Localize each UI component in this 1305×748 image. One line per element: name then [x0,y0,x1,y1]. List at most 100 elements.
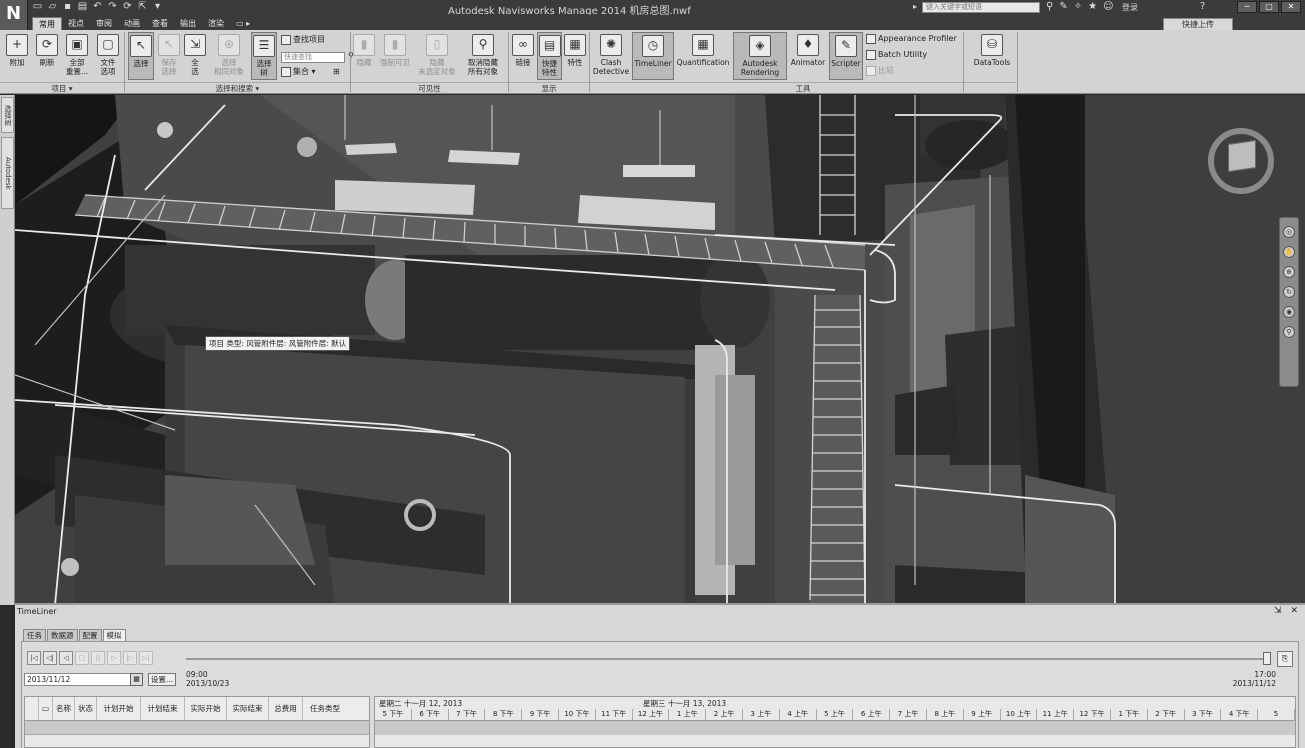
search-input[interactable]: 键入关键字或短语 [922,2,1040,13]
date-field[interactable]: 2013/11/12 [24,673,142,686]
quantification-button[interactable]: ▦ Quantification [675,32,731,67]
properties-button[interactable]: ▦ 特性 [563,32,587,67]
column-header[interactable] [25,697,39,720]
hide-unselected-button[interactable]: ▯ 隐藏 未选定对象 [416,32,458,76]
compare-button[interactable]: 比较 [866,65,894,77]
dock-tab-selection-tree[interactable]: 选择树 [1,97,14,133]
open-icon[interactable]: ▱ [47,1,58,12]
dropdown-icon[interactable]: ▾ [152,1,163,12]
selection-tree-button[interactable]: ☰ 选择 树 [251,32,277,80]
satellite-icon[interactable]: ✧ [1074,1,1082,12]
require-button[interactable]: ▮ 强制可见 [377,32,413,67]
maximize-button[interactable]: ▢ [1259,1,1279,13]
tab-render[interactable]: 渲染 [202,17,230,30]
orbit-icon[interactable]: ↻ [1283,286,1295,298]
batch-utility-button[interactable]: Batch Utility [866,49,927,61]
table-row[interactable] [25,721,369,735]
tab-tasks[interactable]: 任务 [23,629,46,641]
append-button[interactable]: + 附加 [3,32,31,67]
user-icon[interactable]: ☺ [1103,1,1113,12]
column-header[interactable]: 计划开始 [97,697,141,720]
tab-data-sources[interactable]: 数据源 [47,629,78,641]
column-header[interactable]: 名称 [53,697,75,720]
animator-button[interactable]: ♦ Animator [789,32,827,67]
binoculars-icon[interactable]: ⚲ [1046,1,1053,12]
wrench-icon[interactable]: ✎ [1059,1,1067,12]
quick-properties-button[interactable]: ▤ 快捷 特性 [537,32,562,80]
timeliner-button[interactable]: ◷ TimeLiner [632,32,674,80]
sets-manage-icon[interactable]: ⊞ [333,66,340,78]
datatools-button[interactable]: ⛁ DataTools [969,32,1015,67]
column-header[interactable]: 状态 [75,697,97,720]
column-header[interactable]: 实际结束 [227,697,269,720]
pan-icon[interactable]: ✋ [1283,246,1295,258]
zoom-icon[interactable]: ⊕ [1283,266,1295,278]
scripter-button[interactable]: ✎ Scripter [829,32,863,80]
stop-icon[interactable]: □ [75,651,89,665]
simulation-slider[interactable] [186,658,1271,660]
refresh-icon[interactable]: ⟳ [122,1,133,12]
dock-tab-autodesk-rendering[interactable]: Autodesk Rendering [0,137,14,209]
search-expand-icon[interactable]: ▸ [913,2,917,11]
hide-button[interactable]: ▮ 隐藏 [352,32,376,67]
print-icon[interactable]: ▤ [77,1,88,12]
tab-animation[interactable]: 动画 [118,17,146,30]
tab-viewpoint[interactable]: 视点 [62,17,90,30]
play-icon[interactable]: ▷ [107,651,121,665]
tab-simulate[interactable]: 模拟 [102,629,126,641]
star-icon[interactable]: ★ [1088,1,1097,12]
redo-icon[interactable]: ↷ [107,1,118,12]
tab-home[interactable]: 常用 [32,17,62,30]
tab-output[interactable]: 输出 [174,17,202,30]
column-header[interactable]: 总费用 [269,697,303,720]
undo-icon[interactable]: ↶ [92,1,103,12]
select-same-button[interactable]: ⊕ 选择 相同对象 [210,32,248,76]
unhide-all-button[interactable]: ⚲ 取消隐藏 所有对象 [462,32,504,76]
save-icon[interactable]: ▪ [62,1,73,12]
file-options-button[interactable]: ▢ 文件 选项 [93,32,123,76]
tab-configure[interactable]: 配置 [78,629,102,641]
look-icon[interactable]: ◉ [1283,306,1295,318]
gantt-row[interactable] [375,721,1295,735]
viewcube[interactable] [1228,140,1256,172]
tab-extra[interactable]: ▭ ▸ [230,17,256,30]
appearance-profiler-button[interactable]: Appearance Profiler [866,33,957,45]
panel-controls[interactable]: ⇲ ✕ [1274,606,1301,616]
tab-review[interactable]: 审阅 [90,17,118,30]
select-all-button[interactable]: ⇲ 全 选 [183,32,207,76]
clash-detective-button[interactable]: ✺ Clash Detective [592,32,630,76]
autodesk-rendering-button[interactable]: ◈ Autodesk Rendering [733,32,787,80]
links-button[interactable]: ∞ 链接 [511,32,535,67]
save-selection-button[interactable]: ↖ 保存 选择 [156,32,182,76]
forward-end-icon[interactable]: ▷| [139,651,153,665]
step-forward-icon[interactable]: |▷ [123,651,137,665]
export-animation-icon[interactable]: ⎘ [1277,651,1293,667]
calendar-icon[interactable]: ▦ [130,673,143,686]
comment-icon[interactable]: ▭ [39,697,53,720]
quick-find-input[interactable]: 快速查找 [281,52,345,63]
settings-button[interactable]: 设置... [148,673,176,686]
new-icon[interactable]: ▭ [32,1,43,12]
close-button[interactable]: ✕ [1281,1,1301,13]
step-back-icon[interactable]: ◁| [43,651,57,665]
select-button[interactable]: ↖ 选择 [128,32,154,80]
3d-viewport[interactable]: 项目 类型: 风管附件层: 风管附件层: 默认 ◎ ✋ ⊕ ↻ ◉ ⚲ [15,95,1305,605]
select-icon[interactable]: ⇱ [137,1,148,12]
reset-all-button[interactable]: ▣ 全部 重置... [62,32,92,76]
help-icon[interactable]: ? [1200,1,1205,12]
reverse-play-icon[interactable]: ◁ [59,651,73,665]
sets-dropdown[interactable]: 集合 ▾ [281,66,316,78]
rewind-icon[interactable]: |◁ [27,651,41,665]
login-button[interactable]: 登录 [1122,2,1138,13]
steering-wheel-icon[interactable]: ◎ [1283,226,1295,238]
pause-icon[interactable]: || [91,651,105,665]
minimize-button[interactable]: ─ [1237,1,1257,13]
refresh-button[interactable]: ⟳ 刷新 [33,32,61,67]
column-header[interactable]: 实际开始 [185,697,227,720]
find-items-button[interactable]: 查找项目 [281,34,325,46]
tab-view[interactable]: 查看 [146,17,174,30]
walk-icon[interactable]: ⚲ [1283,326,1295,338]
slider-thumb[interactable] [1263,652,1271,665]
column-header[interactable]: 任务类型 [303,697,347,720]
column-header[interactable]: 计划结束 [141,697,185,720]
